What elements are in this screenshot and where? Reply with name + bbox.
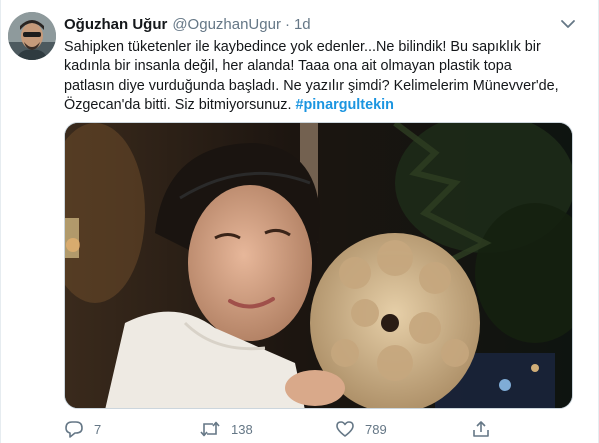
tweet-header: Oğuzhan Uğur @OguzhanUgur · 1d xyxy=(64,13,588,35)
like-button[interactable]: 789 xyxy=(335,420,387,438)
tweet-time[interactable]: 1d xyxy=(294,16,311,33)
retweet-button[interactable]: 138 xyxy=(199,420,253,438)
tweet-text: Sahipken tüketenler ile kaybedince yok e… xyxy=(64,38,584,116)
heart-icon xyxy=(335,420,355,438)
tweet-text-line-part: Özgecan'da bitti. Siz bitmiyorsunuz. xyxy=(64,97,292,114)
author-handle[interactable]: @OguzhanUgur xyxy=(172,16,281,33)
share-icon xyxy=(471,420,491,438)
reply-count: 7 xyxy=(94,421,102,437)
tweet-actions: 7 138 789 xyxy=(64,417,524,441)
like-count: 789 xyxy=(365,421,387,437)
hashtag-link[interactable]: #pinargultekin xyxy=(296,97,394,113)
reply-icon xyxy=(64,420,84,438)
avatar-image xyxy=(8,12,56,60)
tweet-text-line: Özgecan'da bitti. Siz bitmiyorsunuz. #pin… xyxy=(64,96,584,115)
author-name[interactable]: Oğuzhan Uğur xyxy=(64,16,167,33)
chevron-down-icon[interactable] xyxy=(558,16,578,32)
tweet-photo[interactable] xyxy=(64,122,573,409)
tweet-text-line: Sahipken tüketenler ile kaybedince yok e… xyxy=(64,39,541,55)
tweet-text-line: patlasın diye vurduğunda başladı. Ne yaz… xyxy=(64,77,559,94)
separator-dot: · xyxy=(284,15,290,33)
avatar[interactable] xyxy=(8,12,56,60)
retweet-count: 138 xyxy=(231,421,253,437)
reply-button[interactable]: 7 xyxy=(64,420,101,438)
tweet-text-line: kadınla bir insanla değil, her alanda! T… xyxy=(64,58,512,75)
photo-image xyxy=(65,123,572,408)
retweet-icon xyxy=(199,420,221,438)
share-button[interactable] xyxy=(471,420,491,438)
tweet[interactable]: Oğuzhan Uğur @OguzhanUgur · 1d Sahipken … xyxy=(0,0,599,443)
